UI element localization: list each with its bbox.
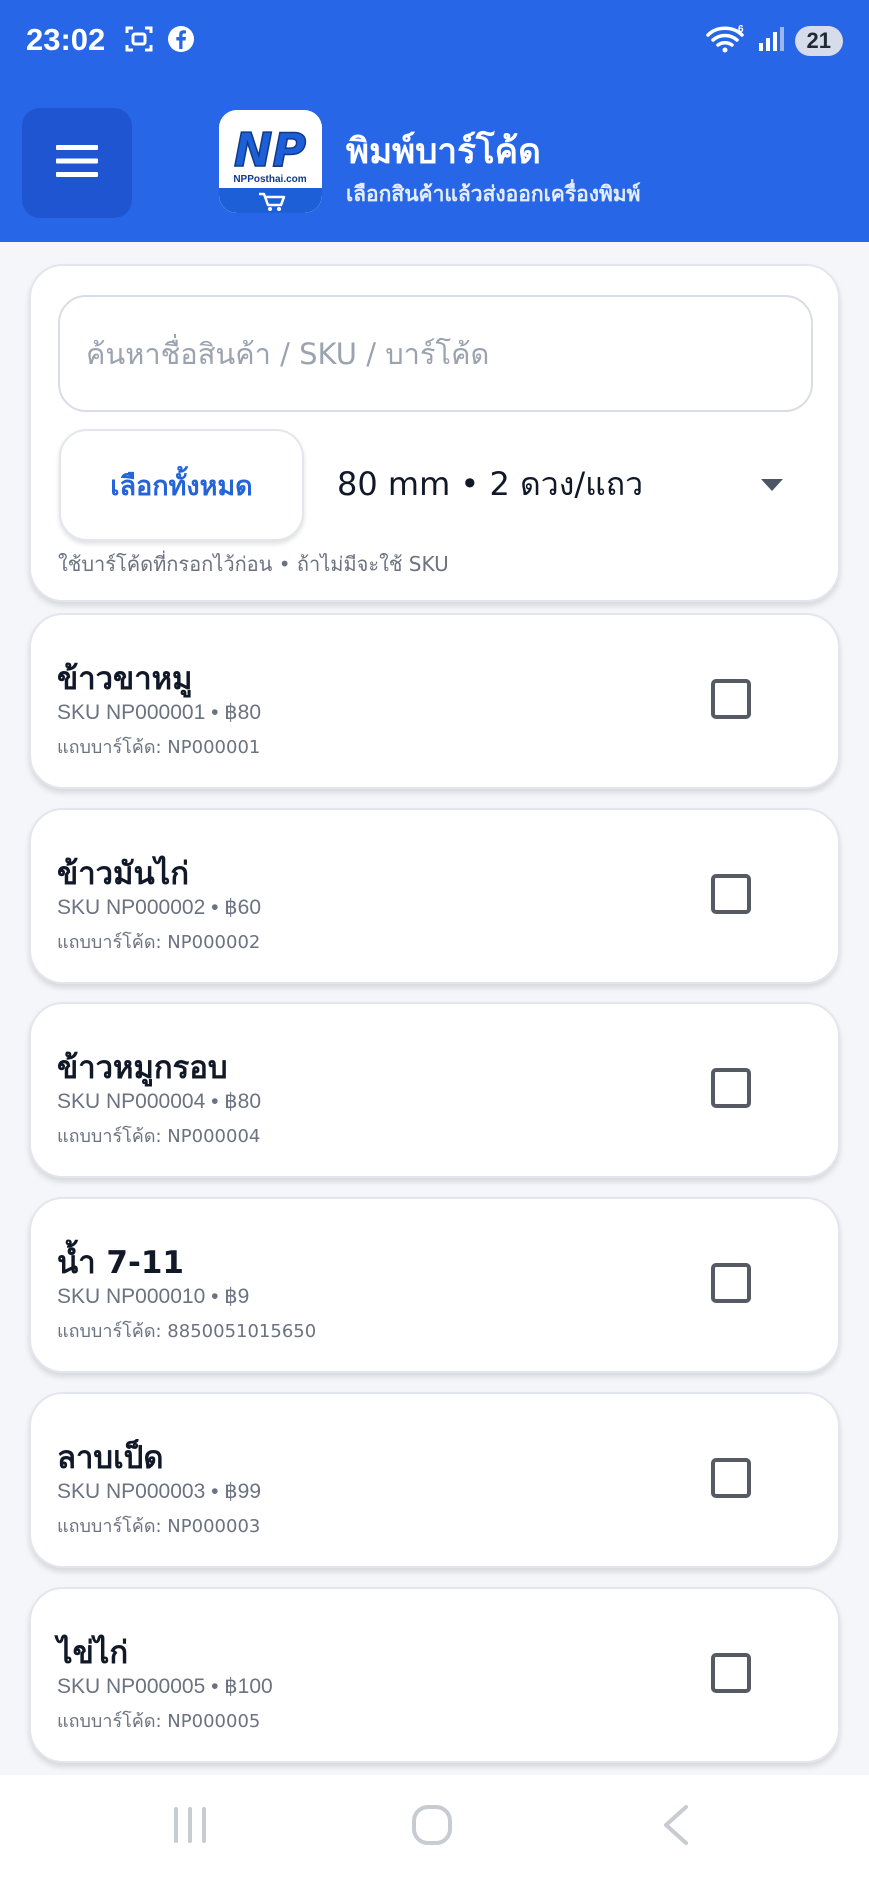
svg-text:NP: NP bbox=[234, 123, 306, 177]
product-barcode: แถบบาร์โค้ด: 8850051015650 bbox=[57, 1321, 317, 1342]
search-field[interactable] bbox=[58, 295, 813, 412]
wifi-icon: 6 bbox=[705, 24, 747, 58]
app-bar: NP NPPosthai.com พิมพ์บาร์โค้ด เลือกสินค… bbox=[0, 82, 869, 242]
product-sku-price: SKU NP000003 • ฿99 bbox=[57, 1480, 262, 1503]
home-icon[interactable] bbox=[410, 1803, 454, 1851]
product-name: น้ำ 7-11 bbox=[57, 1245, 184, 1281]
product-checkbox[interactable] bbox=[711, 1653, 751, 1693]
hamburger-menu-icon bbox=[56, 143, 98, 183]
product-barcode: แถบบาร์โค้ด: NP000003 bbox=[57, 1516, 261, 1537]
status-time: 23:02 bbox=[26, 22, 106, 57]
product-sku-price: SKU NP000002 • ฿60 bbox=[57, 896, 262, 919]
barcode-hint: ใช้บาร์โค้ดที่กรอกไว้ก่อน • ถ้าไม่มีจะใช… bbox=[58, 552, 449, 576]
product-name: ข้าวมันไก่ bbox=[57, 856, 189, 892]
product-card[interactable]: ไข่ไก่ SKU NP000005 • ฿100 แถบบาร์โค้ด: … bbox=[29, 1587, 840, 1763]
product-card[interactable]: ข้าวมันไก่ SKU NP000002 • ฿60 แถบบาร์โค้… bbox=[29, 808, 840, 984]
product-card[interactable]: ข้าวหมูกรอบ SKU NP000004 • ฿80 แถบบาร์โค… bbox=[29, 1002, 840, 1178]
signal-icon bbox=[757, 25, 785, 57]
product-card[interactable]: น้ำ 7-11 SKU NP000010 • ฿9 แถบบาร์โค้ด: … bbox=[29, 1197, 840, 1373]
product-sku-price: SKU NP000005 • ฿100 bbox=[57, 1675, 273, 1698]
label-size-dropdown[interactable]: 80 mm • 2 ดวง/แถว bbox=[337, 444, 813, 524]
status-bar: 23:02 6 21 bbox=[0, 0, 869, 82]
product-name: ข้าวหมูกรอบ bbox=[57, 1050, 228, 1086]
facebook-icon bbox=[166, 24, 196, 58]
product-checkbox[interactable] bbox=[711, 1068, 751, 1108]
dropdown-arrow-icon bbox=[761, 476, 783, 495]
menu-button[interactable] bbox=[22, 108, 132, 218]
screenshot-icon bbox=[124, 24, 154, 58]
filter-card: เลือกทั้งหมด 80 mm • 2 ดวง/แถว ใช้บาร์โค… bbox=[29, 264, 840, 602]
app-subtitle: เลือกสินค้าแล้วส่งออกเครื่องพิมพ์ bbox=[346, 182, 641, 206]
product-barcode: แถบบาร์โค้ด: NP000005 bbox=[57, 1711, 261, 1732]
product-checkbox[interactable] bbox=[711, 679, 751, 719]
product-barcode: แถบบาร์โค้ด: NP000001 bbox=[57, 737, 261, 758]
search-input[interactable] bbox=[86, 297, 811, 410]
battery-indicator: 21 bbox=[794, 26, 843, 56]
product-checkbox[interactable] bbox=[711, 1458, 751, 1498]
back-icon[interactable] bbox=[658, 1803, 694, 1851]
product-name: ลาบเป็ด bbox=[57, 1440, 164, 1476]
app-title: พิมพ์บาร์โค้ด bbox=[346, 132, 541, 172]
product-checkbox[interactable] bbox=[711, 874, 751, 914]
product-name: ข้าวขาหมู bbox=[57, 661, 193, 697]
product-sku-price: SKU NP000004 • ฿80 bbox=[57, 1090, 262, 1113]
app-logo: NP NPPosthai.com bbox=[219, 110, 322, 213]
product-card[interactable]: ลาบเป็ด SKU NP000003 • ฿99 แถบบาร์โค้ด: … bbox=[29, 1392, 840, 1568]
product-barcode: แถบบาร์โค้ด: NP000004 bbox=[57, 1126, 261, 1147]
product-checkbox[interactable] bbox=[711, 1263, 751, 1303]
product-barcode: แถบบาร์โค้ด: NP000002 bbox=[57, 932, 261, 953]
recent-apps-icon[interactable] bbox=[170, 1803, 210, 1851]
product-card[interactable]: ข้าวขาหมู SKU NP000001 • ฿80 แถบบาร์โค้ด… bbox=[29, 613, 840, 789]
svg-text:NPPosthai.com: NPPosthai.com bbox=[233, 174, 306, 185]
svg-text:6: 6 bbox=[738, 24, 744, 35]
product-name: ไข่ไก่ bbox=[57, 1635, 129, 1671]
product-sku-price: SKU NP000010 • ฿9 bbox=[57, 1285, 250, 1308]
system-navigation-bar bbox=[0, 1775, 869, 1883]
select-all-button[interactable]: เลือกทั้งหมด bbox=[59, 429, 304, 541]
product-sku-price: SKU NP000001 • ฿80 bbox=[57, 701, 262, 724]
label-size-value: 80 mm • 2 ดวง/แถว bbox=[337, 464, 644, 503]
